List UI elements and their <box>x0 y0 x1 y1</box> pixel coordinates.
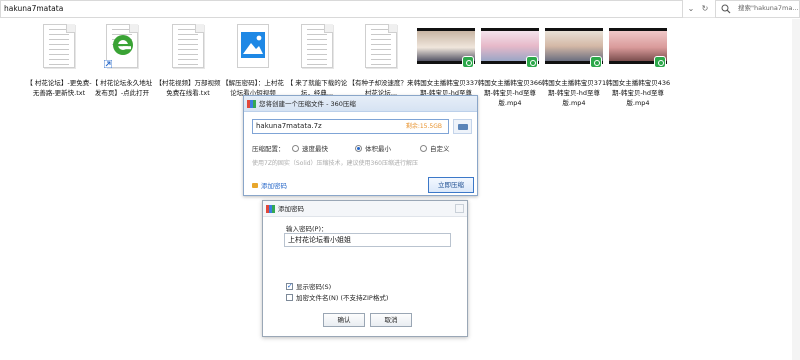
text-file-icon <box>172 24 204 68</box>
browse-folder-icon[interactable] <box>453 119 472 134</box>
file-item[interactable]: 韩国女主播韩宝贝337期-韩宝贝-hd至尊版.mp4 <box>413 22 479 107</box>
add-password-label: 添加密码 <box>261 182 287 190</box>
ok-button[interactable]: 确认 <box>323 313 365 327</box>
lock-icon <box>252 183 258 188</box>
ie-logo-icon <box>113 35 133 55</box>
password-text: 上村花论坛看小姐姐 <box>288 236 351 244</box>
file-item[interactable]: 【村花视频】万部视频免费在线看.txt <box>155 22 221 97</box>
file-label: 【 村花论坛永久地址发布页】-点此打开 <box>91 79 153 97</box>
search-placeholder: 搜索"hakuna7ma... <box>738 4 799 12</box>
360zip-logo-icon <box>247 100 256 108</box>
password-dialog: 添加密码 输入密码(P)： 上村花论坛看小姐姐 显示密码(S) 加密文件名(N)… <box>262 200 468 337</box>
dropdown-chevron-icon[interactable]: ⌄ <box>685 3 697 15</box>
dialog-titlebar: 您将创建一个压缩文件 - 360压缩 <box>244 96 477 112</box>
radio-smallest[interactable]: 体积最小 <box>355 143 391 153</box>
search-box[interactable]: 搜索"hakuna7ma... <box>715 0 800 18</box>
add-password-link[interactable]: 添加密码 <box>252 180 287 190</box>
file-item[interactable]: 韩国女主播韩宝贝366期-韩宝贝-hd至尊版.mp4 <box>477 22 543 107</box>
360zip-logo-icon <box>266 205 275 213</box>
compress-dialog: 您将创建一个压缩文件 - 360压缩 hakuna7matata.7z 剩余:1… <box>243 95 478 196</box>
close-icon[interactable] <box>455 204 464 213</box>
encrypt-filenames-label: 加密文件名(N) (不支持ZIP格式) <box>296 294 389 302</box>
dialog-title: 您将创建一个压缩文件 - 360压缩 <box>259 100 356 108</box>
radio-dot-selected <box>355 145 362 152</box>
media-player-badge-icon <box>526 56 538 68</box>
refresh-icon[interactable]: ↻ <box>699 3 711 15</box>
media-player-badge-icon <box>462 56 474 68</box>
radio-label: 速度最快 <box>302 145 328 153</box>
scrollbar[interactable] <box>792 19 800 360</box>
radio-dot <box>420 145 427 152</box>
compression-hint: 使用7Z的固实（Solid）压缩技术，建议使用360压缩进行解压 <box>252 160 419 167</box>
image-file-icon <box>237 24 269 68</box>
cancel-button[interactable]: 取消 <box>370 313 412 327</box>
file-item[interactable]: 【 来了就能下载的论坛，经典... <box>284 22 350 97</box>
archive-name-text: hakuna7matata.7z <box>256 122 322 130</box>
shortcut-arrow-icon <box>104 60 112 68</box>
address-bar[interactable]: hakuna7matata <box>0 0 683 18</box>
media-player-badge-icon <box>590 56 602 68</box>
file-item[interactable]: 韩国女主播韩宝贝436期-韩宝贝-hd至尊版.mp4 <box>605 22 671 107</box>
config-label: 压缩配置： <box>252 145 285 153</box>
file-label: 【村花视频】万部视频免费在线看.txt <box>155 79 221 97</box>
show-password-label: 显示密码(S) <box>296 283 332 291</box>
dialog-title: 添加密码 <box>278 205 304 213</box>
free-space-label: 剩余:15.5GB <box>405 123 442 130</box>
address-text: hakuna7matata <box>4 4 64 13</box>
encrypt-filenames-checkbox[interactable]: 加密文件名(N) (不支持ZIP格式) <box>286 292 388 302</box>
text-file-icon <box>365 24 397 68</box>
file-label: 韩国女主播韩宝贝436期-韩宝贝-hd至尊版.mp4 <box>605 79 671 107</box>
compress-now-button[interactable]: 立即压缩 <box>428 177 474 193</box>
file-item[interactable]: 韩国女主播韩宝贝371期-韩宝贝-hd至尊版.mp4 <box>541 22 607 107</box>
radio-label: 自定义 <box>430 145 450 153</box>
text-file-icon <box>301 24 333 68</box>
file-label: 【 村花论坛】-更免费-无善路-更新快.txt <box>26 79 92 97</box>
dialog-titlebar: 添加密码 <box>263 201 467 217</box>
file-label: 韩国女主播韩宝贝366期-韩宝贝-hd至尊版.mp4 <box>477 79 543 107</box>
password-input-label: 输入密码(P)： <box>286 225 328 233</box>
radio-dot <box>292 145 299 152</box>
address-toolbar: hakuna7matata ⌄ ↻ 搜索"hakuna7ma... <box>0 0 800 18</box>
file-label: 韩国女主播韩宝贝371期-韩宝贝-hd至尊版.mp4 <box>541 79 607 107</box>
file-item[interactable]: 【有种子却没速度？来村花论坛... <box>348 22 414 97</box>
show-password-checkbox[interactable]: 显示密码(S) <box>286 281 331 291</box>
search-icon <box>721 4 731 14</box>
file-item[interactable]: 【 村花论坛永久地址发布页】-点此打开 <box>89 22 155 97</box>
file-item[interactable]: 【解压密码】：上村花论坛看小短视频 <box>220 22 286 97</box>
radio-custom[interactable]: 自定义 <box>420 143 450 153</box>
checkbox-checked <box>286 282 293 290</box>
text-file-icon <box>43 24 75 68</box>
file-item[interactable]: 【 村花论坛】-更免费-无善路-更新快.txt <box>26 22 92 97</box>
checkbox-unchecked <box>286 294 293 301</box>
password-input[interactable]: 上村花论坛看小姐姐 <box>284 233 451 247</box>
radio-label: 体积最小 <box>365 145 391 153</box>
archive-name-input[interactable]: hakuna7matata.7z 剩余:15.5GB <box>252 119 449 134</box>
media-player-badge-icon <box>654 56 666 68</box>
radio-fastest[interactable]: 速度最快 <box>292 143 328 153</box>
